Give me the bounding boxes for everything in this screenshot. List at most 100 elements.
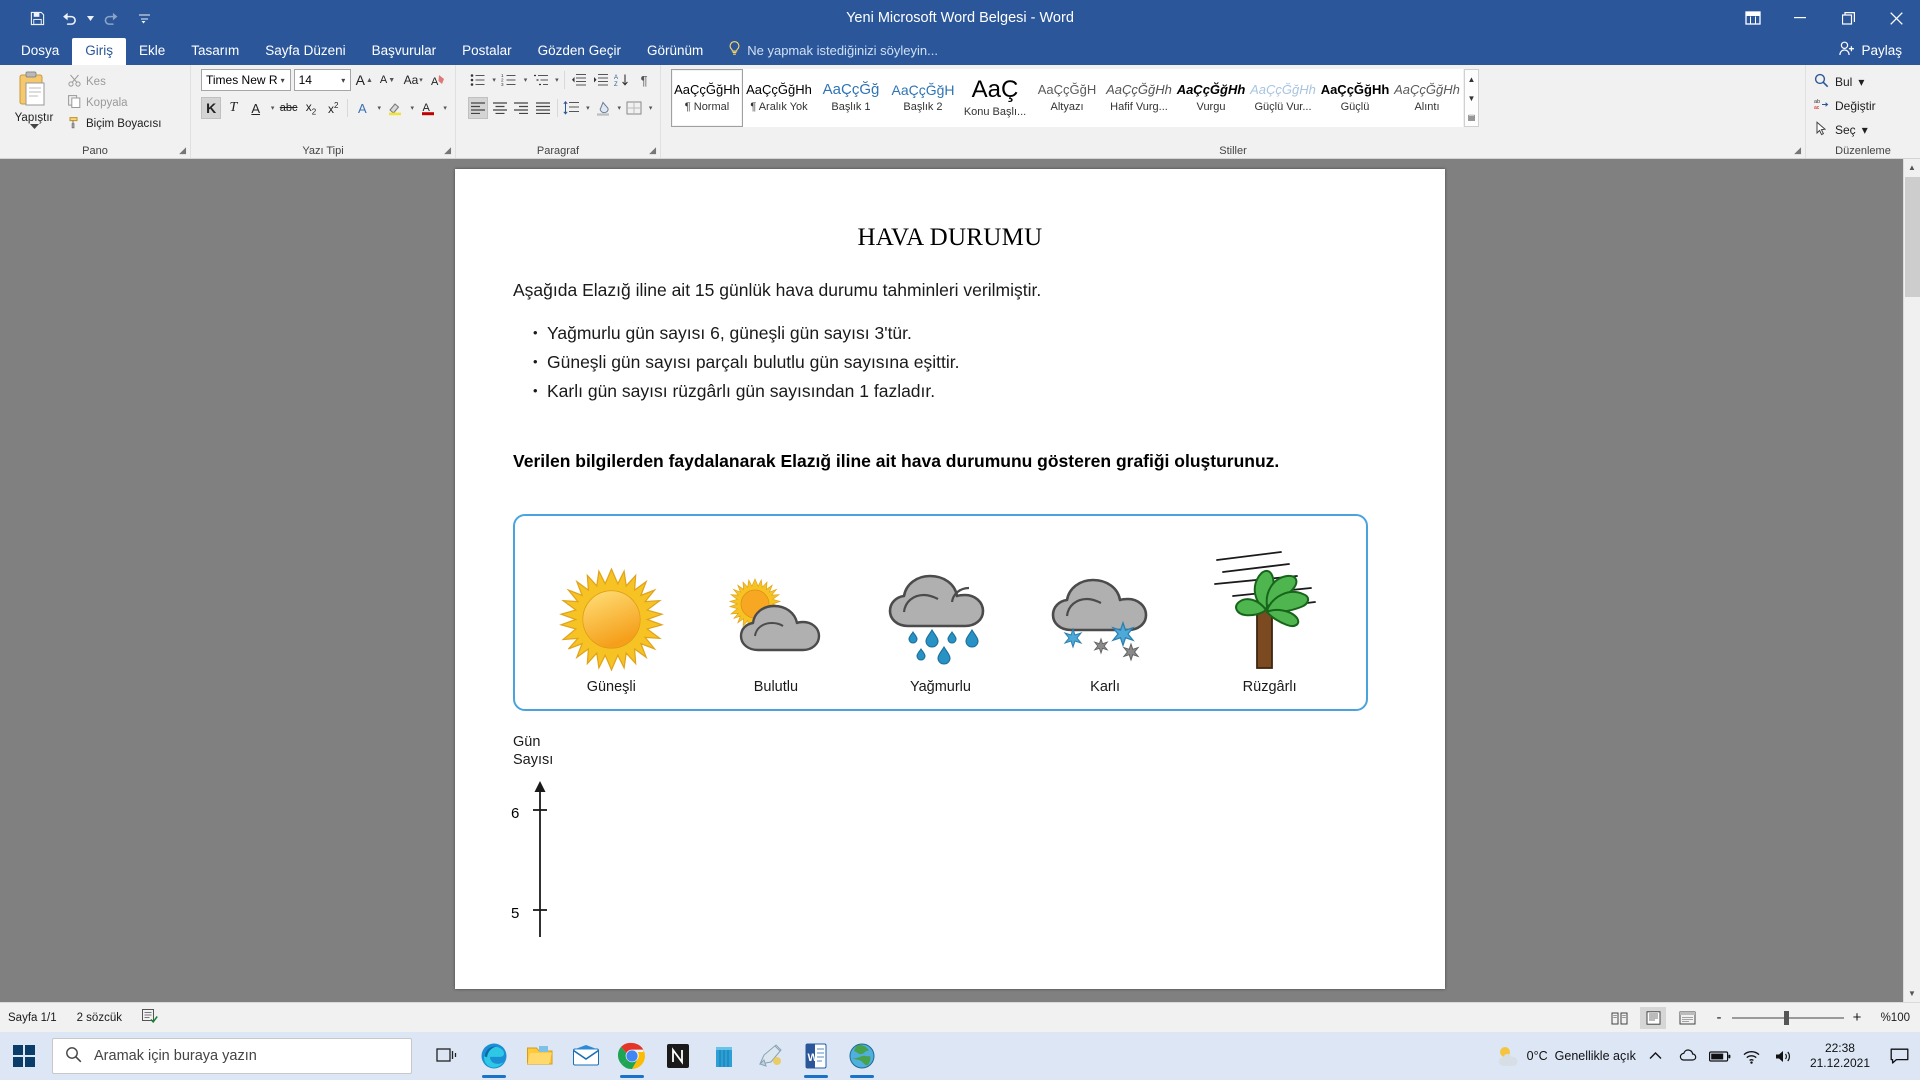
zoom-slider[interactable]: - +	[1708, 1009, 1868, 1026]
tab-gozden-gecir[interactable]: Gözden Geçir	[525, 38, 634, 65]
ribbon-display-options-icon[interactable]	[1730, 0, 1776, 36]
taskbar-chrome[interactable]	[610, 1032, 654, 1080]
numbering-icon[interactable]: 123	[499, 69, 519, 91]
tab-dosya[interactable]: Dosya	[8, 38, 72, 65]
paste-button[interactable]: Yapıştır	[6, 69, 62, 133]
show-formatting-marks-icon[interactable]: ¶	[634, 69, 654, 91]
gallery-more-icon[interactable]: ▤	[1465, 108, 1478, 126]
undo-icon[interactable]	[54, 5, 84, 31]
style-guclu[interactable]: AaÇçĞğHh Güçlü	[1319, 69, 1391, 127]
bullets-dropdown-icon[interactable]: ▾	[490, 69, 498, 91]
proofing-icon[interactable]	[141, 1009, 158, 1026]
tab-tasarim[interactable]: Tasarım	[178, 38, 252, 65]
superscript-icon[interactable]: x2	[323, 97, 343, 119]
action-center-icon[interactable]	[1884, 1048, 1914, 1065]
taskbar-edge[interactable]	[472, 1032, 516, 1080]
zoom-out-button[interactable]: -	[1712, 1009, 1726, 1026]
decrease-indent-icon[interactable]	[569, 69, 589, 91]
taskbar-notion[interactable]	[656, 1032, 700, 1080]
scroll-up-icon[interactable]: ▲	[1904, 159, 1920, 176]
cut-button[interactable]: Kes	[64, 72, 165, 91]
volume-icon[interactable]	[1772, 1049, 1796, 1064]
onedrive-icon[interactable]	[1676, 1048, 1700, 1064]
multilevel-dropdown-icon[interactable]: ▾	[553, 69, 561, 91]
shading-dropdown-icon[interactable]: ▾	[615, 97, 623, 119]
tab-basvurular[interactable]: Başvurular	[359, 38, 450, 65]
paragraph-dialog-launcher[interactable]: ◢	[649, 145, 656, 156]
bold-icon[interactable]: K	[201, 97, 222, 119]
text-highlight-dropdown-icon[interactable]: ▾	[407, 97, 416, 119]
multilevel-list-icon[interactable]	[531, 69, 551, 91]
tab-sayfa-duzeni[interactable]: Sayfa Düzeni	[252, 38, 358, 65]
font-color-icon[interactable]: A	[418, 97, 438, 119]
word-count[interactable]: 2 sözcük	[77, 1012, 122, 1024]
share-button[interactable]: Paylaş	[1829, 41, 1920, 65]
format-painter-button[interactable]: Biçim Boyacısı	[64, 114, 165, 133]
line-spacing-icon[interactable]	[562, 97, 582, 119]
font-dialog-launcher[interactable]: ◢	[444, 145, 451, 156]
taskbar-word[interactable]: W	[794, 1032, 838, 1080]
align-center-icon[interactable]	[490, 97, 510, 119]
numbering-dropdown-icon[interactable]: ▾	[521, 69, 529, 91]
grow-font-icon[interactable]: A ▲	[354, 69, 374, 91]
read-mode-icon[interactable]	[1606, 1007, 1632, 1029]
shrink-font-icon[interactable]: A ▼	[377, 69, 397, 91]
borders-dropdown-icon[interactable]: ▾	[646, 97, 654, 119]
sort-icon[interactable]: AZ	[612, 69, 632, 91]
shading-icon[interactable]	[593, 97, 613, 119]
clipboard-dialog-launcher[interactable]: ◢	[179, 145, 186, 156]
battery-icon[interactable]	[1708, 1050, 1732, 1063]
line-spacing-dropdown-icon[interactable]: ▾	[584, 97, 592, 119]
underline-icon[interactable]: A	[246, 97, 266, 119]
italic-icon[interactable]: T	[223, 97, 243, 119]
style-baslik-1[interactable]: AaÇçĞğ Başlık 1	[815, 69, 887, 127]
wifi-icon[interactable]	[1740, 1049, 1764, 1064]
zoom-in-button[interactable]: +	[1850, 1009, 1864, 1026]
align-left-icon[interactable]	[468, 97, 488, 119]
styles-gallery-scrollbar[interactable]: ▲ ▼ ▤	[1464, 69, 1479, 127]
scrollbar-thumb[interactable]	[1905, 177, 1920, 297]
gallery-scroll-up-icon[interactable]: ▲	[1465, 70, 1478, 88]
close-button[interactable]	[1872, 0, 1920, 36]
zoom-track[interactable]	[1732, 1010, 1844, 1025]
tab-gorunum[interactable]: Görünüm	[634, 38, 716, 65]
underline-dropdown-icon[interactable]: ▾	[268, 97, 277, 119]
strikethrough-icon[interactable]: abc	[279, 97, 299, 119]
page-count[interactable]: Sayfa 1/1	[8, 1012, 57, 1024]
taskbar-file-explorer[interactable]	[518, 1032, 562, 1080]
subscript-icon[interactable]: x2	[301, 97, 321, 119]
print-layout-icon[interactable]	[1640, 1006, 1666, 1029]
tab-giris[interactable]: Giriş	[72, 38, 127, 65]
style-konu-basligi[interactable]: AaÇ Konu Başlı...	[959, 69, 1031, 127]
gallery-scroll-down-icon[interactable]: ▼	[1465, 89, 1478, 107]
weather-widget[interactable]: 0°C Genellikle açık	[1496, 1044, 1636, 1069]
tab-postalar[interactable]: Postalar	[449, 38, 525, 65]
minimize-button[interactable]	[1776, 0, 1824, 36]
restore-button[interactable]	[1824, 0, 1872, 36]
taskbar-mail[interactable]	[564, 1032, 608, 1080]
style-hafif-vurgu[interactable]: AaÇçĞğHh Hafif Vurg...	[1103, 69, 1175, 127]
increase-indent-icon[interactable]	[591, 69, 611, 91]
taskbar-store[interactable]	[702, 1032, 746, 1080]
style-guclu-vurgu[interactable]: AaÇçĞğHh Güçlü Vur...	[1247, 69, 1319, 127]
taskbar-globe[interactable]	[840, 1032, 884, 1080]
start-button[interactable]	[0, 1032, 48, 1080]
scroll-down-icon[interactable]: ▼	[1904, 985, 1920, 1002]
task-view-button[interactable]	[426, 1032, 470, 1080]
customize-qat-icon[interactable]	[129, 5, 159, 31]
style-normal[interactable]: AaÇçĞğHh ¶ Normal	[671, 69, 743, 127]
undo-dropdown-icon[interactable]	[86, 5, 95, 31]
borders-icon[interactable]	[625, 97, 645, 119]
show-hidden-icons-chevron[interactable]	[1644, 1051, 1668, 1061]
text-effects-dropdown-icon[interactable]: ▾	[374, 97, 383, 119]
clear-formatting-icon[interactable]: A	[429, 69, 449, 91]
text-effects-icon[interactable]: A	[352, 97, 372, 119]
redo-icon[interactable]	[97, 5, 127, 31]
align-right-icon[interactable]	[512, 97, 532, 119]
tab-ekle[interactable]: Ekle	[126, 38, 178, 65]
font-size-combo[interactable]: 14 ▾	[293, 69, 352, 91]
style-baslik-2[interactable]: AaÇçĞğH Başlık 2	[887, 69, 959, 127]
style-alinti[interactable]: AaÇçĞğHh Alıntı	[1391, 69, 1463, 127]
copy-button[interactable]: Kopyala	[64, 93, 165, 112]
font-color-dropdown-icon[interactable]: ▾	[440, 97, 449, 119]
